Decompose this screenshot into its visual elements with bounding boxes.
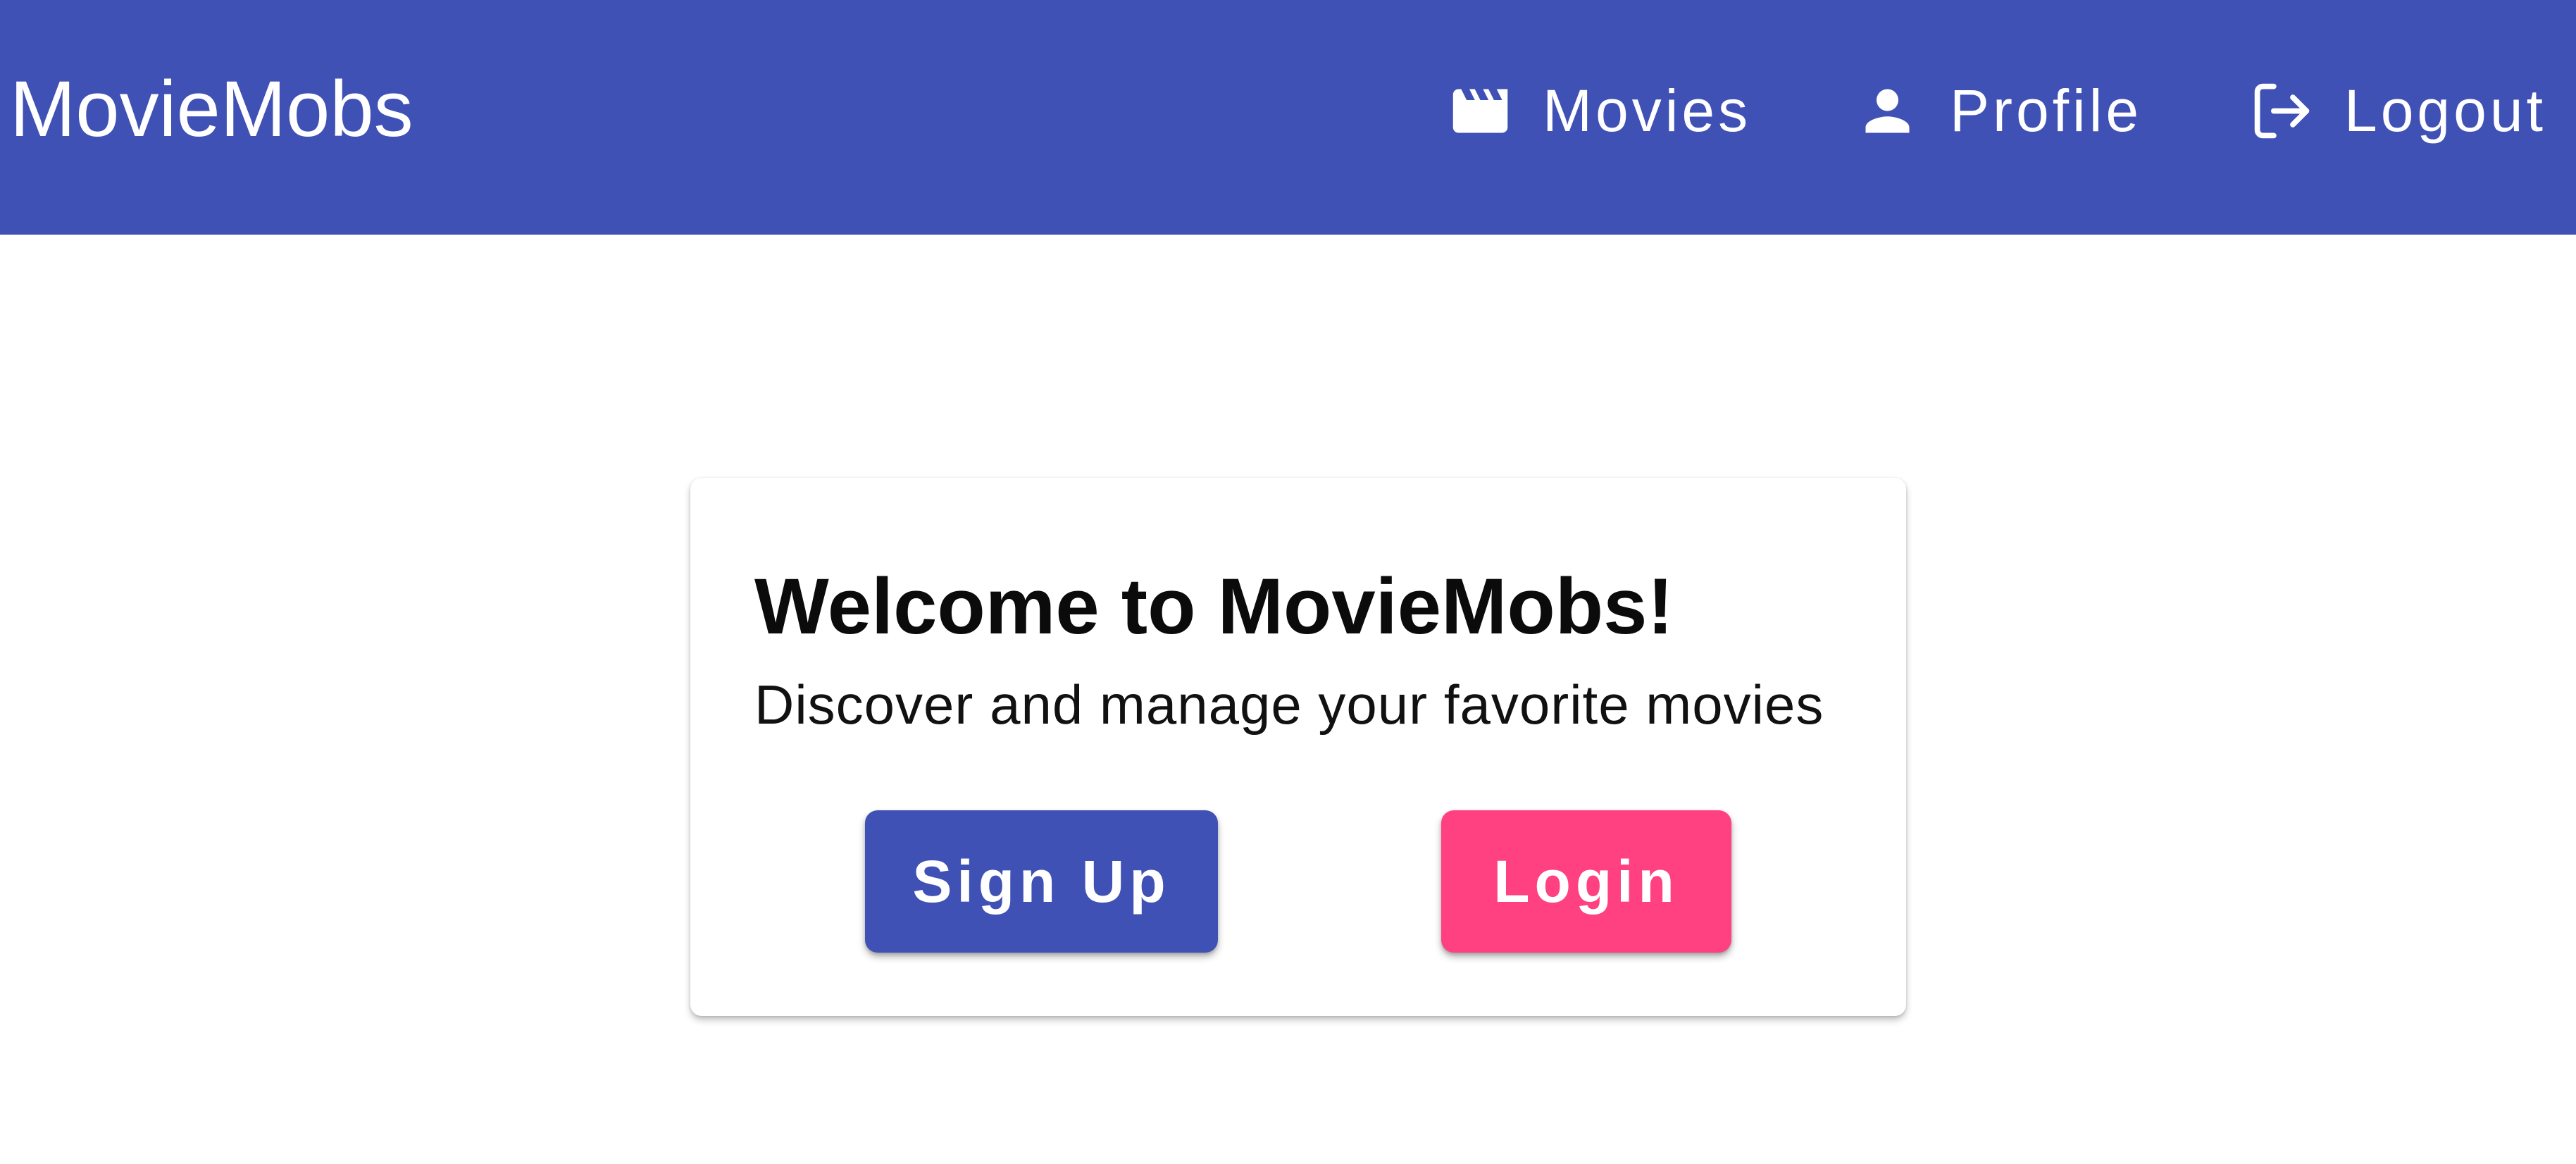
top-toolbar: MovieMobs Movies Profile Logout: [0, 0, 2576, 235]
app-title[interactable]: MovieMobs: [10, 63, 413, 155]
nav-profile-button[interactable]: Profile: [1855, 69, 2142, 152]
welcome-subtitle: Discover and manage your favorite movies: [754, 674, 1824, 736]
nav-movies-button[interactable]: Movies: [1448, 69, 1751, 152]
login-button[interactable]: Login: [1441, 810, 1731, 953]
nav-logout-button[interactable]: Logout: [2249, 69, 2546, 152]
nav-logout-label: Logout: [2344, 77, 2546, 144]
nav-movies-label: Movies: [1543, 77, 1752, 144]
movie-clapper-icon: [1448, 78, 1513, 144]
welcome-title: Welcome to MovieMobs!: [754, 562, 1674, 650]
sign-up-button[interactable]: Sign Up: [865, 810, 1218, 953]
logout-icon: [2249, 78, 2315, 144]
nav-profile-label: Profile: [1950, 77, 2143, 144]
welcome-card: Welcome to MovieMobs! Discover and manag…: [690, 478, 1906, 1016]
person-icon: [1855, 78, 1920, 144]
